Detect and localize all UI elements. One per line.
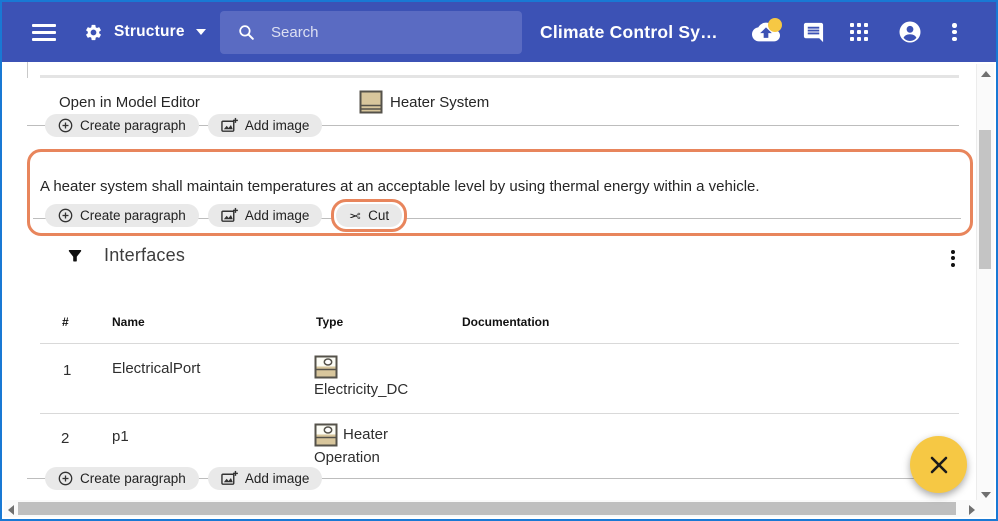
scroll-left-arrow-icon[interactable] [8,505,14,515]
add-image-label: Add image [245,208,310,223]
open-in-model-editor-link[interactable]: Open in Model Editor [59,94,200,111]
circled-plus-icon [58,118,73,133]
app-window: Structure Climate Control Sy… Open in Mo… [0,0,998,521]
account-button[interactable] [898,2,922,62]
add-image-button[interactable]: Add image [208,467,323,490]
structure-label: Structure [114,23,185,41]
scrollbar-corner [977,500,994,517]
add-image-button[interactable]: Add image [208,204,323,227]
create-paragraph-label: Create paragraph [80,471,186,486]
interfaces-title: Interfaces [104,245,185,266]
app-header: Structure Climate Control Sy… [2,2,996,62]
menu-icon[interactable] [32,24,56,41]
create-paragraph-button[interactable]: Create paragraph [45,204,199,227]
vertical-scrollbar-thumb[interactable] [979,130,991,269]
gear-icon [84,23,103,42]
cut-button[interactable]: ✂ Cut [336,204,402,227]
account-icon [898,20,922,44]
project-title: Climate Control Sy… [540,2,718,62]
scroll-down-arrow-icon[interactable] [981,492,991,498]
horizontal-scrollbar-thumb[interactable] [18,502,956,515]
cut-label: Cut [368,208,389,223]
horizontal-scrollbar[interactable] [4,500,980,517]
close-icon [928,454,950,476]
port-type-label: Electricity_DC [314,381,408,398]
port-type[interactable]: Electricity_DC [314,355,434,401]
scroll-up-arrow-icon[interactable] [981,71,991,77]
column-header-documentation: Documentation [462,315,549,329]
add-image-icon [221,207,238,224]
column-header-type: Type [316,315,343,329]
row-number: 1 [63,362,71,379]
element-reference[interactable]: Heater System [359,90,489,114]
search-input[interactable] [269,23,503,42]
block-divider [40,75,959,78]
interface-block-icon [314,355,338,379]
port-name[interactable]: ElectricalPort [112,360,200,377]
interface-block-icon [314,423,338,447]
column-header-name: Name [112,315,145,329]
port-name[interactable]: p1 [112,428,129,445]
comments-button[interactable] [802,2,825,62]
add-image-icon [221,117,238,134]
create-paragraph-button[interactable]: Create paragraph [45,467,199,490]
circled-plus-icon [58,208,73,223]
block-toolbar: Create paragraph Add image [45,467,322,490]
element-name: Heater System [390,94,489,111]
comment-icon [802,21,825,44]
cut-button-highlight: ✂ Cut [331,199,407,232]
block-icon [359,90,383,114]
create-paragraph-label: Create paragraph [80,118,186,133]
add-image-label: Add image [245,118,310,133]
notification-badge [768,18,782,32]
add-image-label: Add image [245,471,310,486]
cloud-sync-button[interactable] [752,2,780,62]
interfaces-section-header: Interfaces [66,245,185,266]
row-number: 2 [61,430,69,447]
port-type[interactable]: Heater Operation [314,423,434,469]
document-pane: Open in Model Editor Heater System Creat… [2,62,978,505]
filter-icon[interactable] [66,247,84,265]
apps-button[interactable] [850,2,868,62]
add-image-icon [221,470,238,487]
vertical-scrollbar[interactable] [976,64,994,505]
close-fab-button[interactable] [910,436,967,493]
create-paragraph-button[interactable]: Create paragraph [45,114,199,137]
table-divider [40,343,959,344]
scissors-icon: ✂ [349,209,361,223]
block-toolbar: Create paragraph Add image [45,114,322,137]
scroll-right-arrow-icon[interactable] [969,505,975,515]
column-header-num: # [62,315,69,329]
create-paragraph-label: Create paragraph [80,208,186,223]
chevron-down-icon [196,29,206,35]
block-divider-vertical [27,62,28,78]
search-box[interactable] [220,11,522,54]
add-image-button[interactable]: Add image [208,114,323,137]
structure-menu[interactable]: Structure [84,2,206,62]
search-icon [237,23,256,42]
requirement-paragraph: A heater system shall maintain temperatu… [40,178,950,195]
apps-grid-icon [850,23,868,41]
interfaces-more-button[interactable] [951,247,955,269]
circled-plus-icon [58,471,73,486]
table-divider [40,413,959,414]
selected-block-toolbar: Create paragraph Add image ✂ Cut [45,204,407,232]
